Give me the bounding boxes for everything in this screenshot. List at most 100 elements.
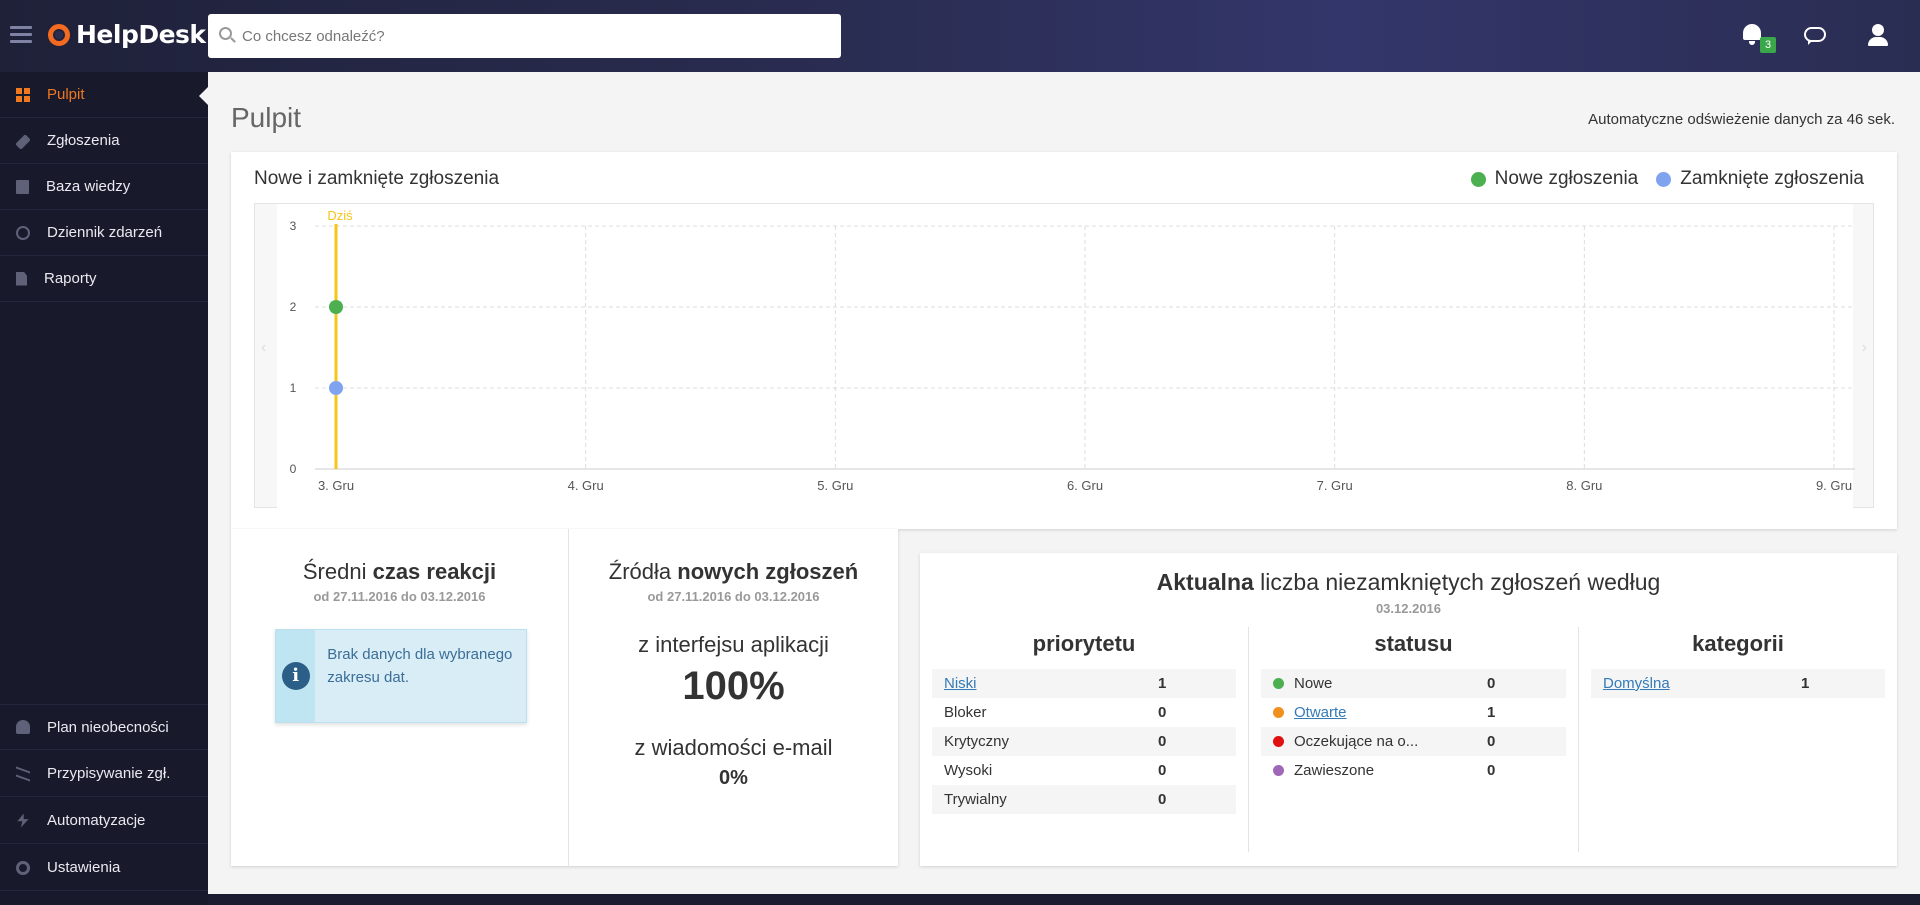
no-data-message: Brak danych dla wybranego zakresu dat. [327, 646, 513, 686]
user-menu-button[interactable] [1866, 24, 1890, 48]
document-icon [16, 271, 27, 286]
status-count: 0 [1487, 762, 1496, 779]
source-email-label: z wiadomości e-mail [634, 735, 833, 760]
gears-icon [16, 860, 30, 875]
x-tick-label: 9. Gru [1816, 478, 1852, 493]
category-row: Domyślna 1 [1591, 669, 1885, 698]
legend-item-new[interactable]: Nowe zgłoszenia [1470, 168, 1639, 190]
sources-range: od 27.11.2016 do 03.12.2016 [647, 589, 820, 604]
category-count: 1 [1801, 675, 1810, 692]
status-count: 0 [1487, 733, 1496, 750]
no-data-alert: i Brak danych dla wybranego zakresu dat. [275, 629, 527, 723]
search-box [208, 14, 841, 58]
data-point [329, 300, 343, 314]
priority-row: Krytyczny 0 [932, 727, 1236, 756]
status-header: statusu [1374, 631, 1453, 656]
sidebar-item-baza-wiedzy[interactable]: Baza wiedzy [0, 164, 208, 210]
book-icon [16, 179, 29, 194]
legend-dot-new [1470, 171, 1486, 187]
info-icon: i [281, 662, 310, 690]
main-content: Pulpit Automatyczne odświeżenie danych z… [208, 72, 1920, 894]
search-icon [219, 27, 232, 40]
reaction-range: od 27.11.2016 do 03.12.2016 [313, 589, 486, 604]
sidebar-item-raporty[interactable]: Raporty [0, 256, 208, 302]
priority-count: 0 [1158, 733, 1167, 750]
sidebar-item-label: Zgłoszenia [47, 132, 120, 149]
priority-link-niski[interactable]: Niski [944, 675, 977, 692]
status-row: Otwarte 1 [1261, 698, 1566, 727]
menu-icon[interactable] [10, 26, 32, 44]
source-app-label: z interfejsu aplikacji [638, 632, 829, 657]
bolt-icon [17, 813, 29, 828]
open-tickets-card: Aktualna liczba niezamkniętych zgłoszeń … [920, 553, 1897, 866]
y-tick-label: 2 [290, 300, 297, 314]
sidebar-item-plan-nieobecnosci[interactable]: Plan nieobecności [0, 704, 208, 750]
user-icon [1872, 24, 1884, 36]
open-tickets-title: Aktualna liczba niezamkniętych zgłoszeń … [1156, 569, 1661, 595]
chart-plot-area: ‹ › 0 1 2 3 3. Gru 4. Gru 5. Gru 6. Gru 7. Gru 8.… [254, 203, 1874, 509]
sidebar-item-zgloszenia[interactable]: Zgłoszenia [0, 118, 208, 164]
sidebar-item-label: Pulpit [47, 86, 85, 103]
legend-label: Nowe zgłoszenia [1494, 168, 1639, 189]
priority-count: 0 [1158, 704, 1167, 721]
priority-label: Wysoki [944, 762, 993, 779]
lifebuoy-icon [48, 23, 70, 46]
sidebar-item-label: Automatyzacje [47, 812, 146, 829]
sidebar-item-przypisywanie[interactable]: Przypisywanie zgł. [0, 751, 208, 797]
priority-column: priorytetu Niski 1 Bloker 0 Krytyczny 0 … [920, 627, 1249, 852]
app-logo[interactable]: HelpDesk [48, 20, 206, 49]
tag-icon [15, 134, 31, 150]
status-label: Oczekujące na o... [1294, 733, 1419, 750]
app-name: HelpDesk [76, 20, 206, 49]
category-link-domyslna[interactable]: Domyślna [1603, 675, 1670, 692]
priority-label: Krytyczny [944, 733, 1010, 750]
chart-legend: Nowe zgłoszenia Zamknięte zgłoszenia [1453, 168, 1864, 190]
search-input[interactable] [242, 14, 832, 58]
shuffle-icon [16, 765, 30, 782]
sidebar-item-label: Raporty [44, 270, 97, 287]
tickets-chart-card: Nowe i zamknięte zgłoszenia Nowe zgłosze… [231, 152, 1897, 529]
sources-panel: Źródła nowych zgłoszeń od 27.11.2016 do … [569, 529, 898, 866]
tickets-chart: 0 1 2 3 3. Gru 4. Gru 5. Gru 6. Gru 7. Gru 8. Gru… [277, 204, 1855, 509]
notifications-button[interactable]: 3 [1740, 24, 1776, 53]
status-count: 0 [1487, 675, 1496, 692]
today-marker-label: Dziś [327, 208, 353, 223]
source-app-value: 100% [682, 664, 785, 708]
x-tick-label: 7. Gru [1317, 478, 1353, 493]
sidebar-item-dziennik-zdarzen[interactable]: Dziennik zdarzeń [0, 210, 208, 256]
priority-label: Bloker [944, 704, 987, 721]
priority-row: Niski 1 [932, 669, 1236, 698]
x-tick-label: 6. Gru [1067, 478, 1103, 493]
status-label: Zawieszone [1294, 762, 1375, 779]
priority-row: Trywialny 0 [932, 785, 1236, 814]
reaction-time-panel: Średni czas reakcji od 27.11.2016 do 03.… [231, 529, 569, 866]
status-link-otwarte[interactable]: Otwarte [1294, 704, 1347, 721]
status-row: Nowe 0 [1261, 669, 1566, 698]
clock-icon [16, 225, 30, 240]
status-row: Oczekujące na o... 0 [1261, 727, 1566, 756]
stats-card: Średni czas reakcji od 27.11.2016 do 03.… [231, 529, 898, 866]
status-dot-suspended [1273, 765, 1284, 776]
priority-count: 1 [1158, 675, 1167, 692]
sidebar-item-ustawienia[interactable]: Ustawienia [0, 845, 208, 891]
x-tick-label: 4. Gru [568, 478, 604, 493]
sidebar: Pulpit Zgłoszenia Baza wiedzy Dziennik z… [0, 72, 208, 905]
status-label: Nowe [1294, 675, 1333, 692]
sidebar-item-automatyzacje[interactable]: Automatyzacje [0, 798, 208, 844]
bell-icon [1743, 24, 1761, 40]
top-bar: HelpDesk 3 [0, 0, 1920, 72]
priority-count: 0 [1158, 791, 1167, 808]
category-column: kategorii Domyślna 1 [1579, 627, 1897, 852]
status-column: statusu Nowe 0 Otwarte 1 Oczekujące na o… [1249, 627, 1579, 852]
reaction-title: Średni czas reakcji [302, 559, 497, 584]
status-count: 1 [1487, 704, 1496, 721]
category-header: kategorii [1692, 631, 1784, 656]
sidebar-item-pulpit[interactable]: Pulpit [0, 72, 208, 118]
refresh-countdown: Automatyczne odświeżenie danych za 46 se… [1588, 111, 1895, 128]
legend-item-closed[interactable]: Zamknięte zgłoszenia [1656, 168, 1864, 190]
sidebar-item-label: Ustawienia [47, 859, 121, 876]
messages-button[interactable] [1804, 24, 1828, 48]
status-dot-open [1273, 707, 1284, 718]
priority-count: 0 [1158, 762, 1167, 779]
priority-row: Wysoki 0 [932, 756, 1236, 785]
